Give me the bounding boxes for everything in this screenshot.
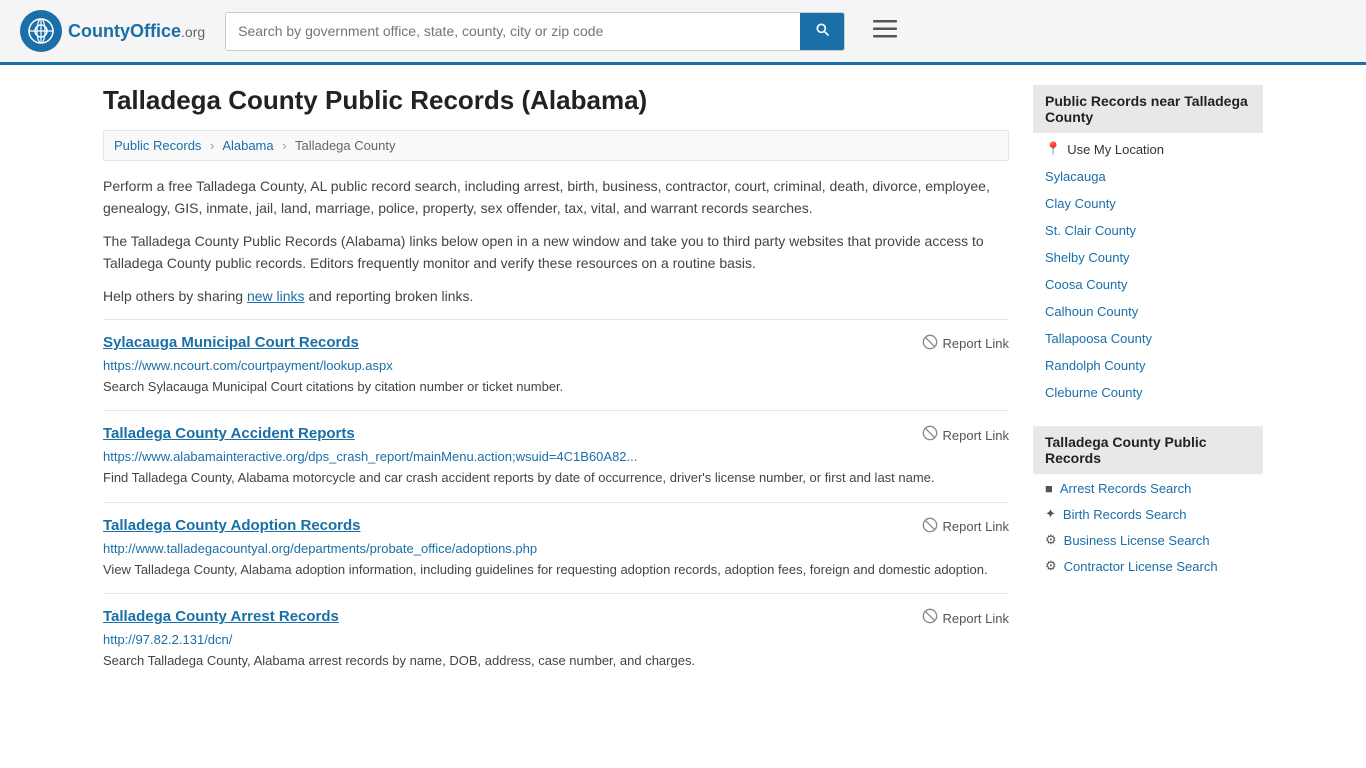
location-pin-icon: 📍 bbox=[1045, 141, 1061, 157]
report-icon bbox=[922, 608, 938, 628]
record-url: http://www.talladegacountyal.org/departm… bbox=[103, 541, 1009, 556]
report-link-label: Report Link bbox=[943, 428, 1009, 443]
nearby-item-link[interactable]: Randolph County bbox=[1045, 358, 1145, 373]
desc-para-2: The Talladega County Public Records (Ala… bbox=[103, 230, 1009, 275]
logo-icon bbox=[20, 10, 62, 52]
record-header: Talladega County Adoption Records Report… bbox=[103, 517, 1009, 537]
sidebar-record-item: ■ Arrest Records Search bbox=[1033, 476, 1263, 501]
nearby-items: Sylacauga Clay County St. Clair County Shel… bbox=[1033, 163, 1263, 406]
record-title-link[interactable]: Sylacauga Municipal Court Records bbox=[103, 334, 359, 351]
breadcrumb: Public Records › Alabama › Talladega Cou… bbox=[103, 130, 1009, 161]
report-link-button[interactable]: Report Link bbox=[922, 608, 1009, 628]
nearby-item-link[interactable]: Shelby County bbox=[1045, 250, 1130, 265]
search-input[interactable] bbox=[226, 15, 800, 47]
page-title: Talladega County Public Records (Alabama… bbox=[103, 85, 1009, 116]
header: CountyOffice.org bbox=[0, 0, 1366, 65]
report-icon bbox=[922, 517, 938, 537]
content-area: Talladega County Public Records (Alabama… bbox=[103, 85, 1009, 685]
sidebar: Public Records near Talladega County 📍 U… bbox=[1033, 85, 1263, 685]
search-bar bbox=[225, 12, 845, 51]
record-item: Talladega County Accident Reports Report… bbox=[103, 410, 1009, 502]
logo[interactable]: CountyOffice.org bbox=[20, 10, 205, 52]
nearby-item: Clay County bbox=[1033, 190, 1263, 217]
nearby-item: Calhoun County bbox=[1033, 298, 1263, 325]
desc-para-1: Perform a free Talladega County, AL publ… bbox=[103, 175, 1009, 220]
sidebar-record-item: ⚙ Business License Search bbox=[1033, 527, 1263, 553]
sidebar-record-item: ✦ Birth Records Search bbox=[1033, 501, 1263, 527]
new-links-link[interactable]: new links bbox=[247, 288, 305, 304]
use-location-item[interactable]: 📍 Use My Location bbox=[1033, 135, 1263, 163]
report-icon bbox=[922, 334, 938, 354]
nearby-header: Public Records near Talladega County bbox=[1033, 85, 1263, 133]
nearby-item-link[interactable]: Calhoun County bbox=[1045, 304, 1138, 319]
nearby-item: St. Clair County bbox=[1033, 217, 1263, 244]
record-url: https://www.ncourt.com/courtpayment/look… bbox=[103, 358, 1009, 373]
record-item: Talladega County Adoption Records Report… bbox=[103, 502, 1009, 594]
record-description: Find Talladega County, Alabama motorcycl… bbox=[103, 468, 1009, 488]
record-type-link[interactable]: Business License Search bbox=[1064, 533, 1210, 548]
record-type-icon: ✦ bbox=[1045, 506, 1056, 522]
nearby-item: Cleburne County bbox=[1033, 379, 1263, 406]
search-button[interactable] bbox=[800, 13, 844, 50]
record-type-link[interactable]: Birth Records Search bbox=[1063, 507, 1187, 522]
report-link-button[interactable]: Report Link bbox=[922, 517, 1009, 537]
nearby-item: Coosa County bbox=[1033, 271, 1263, 298]
nearby-item: Tallapoosa County bbox=[1033, 325, 1263, 352]
menu-button[interactable] bbox=[865, 14, 905, 48]
report-icon bbox=[922, 425, 938, 445]
report-link-button[interactable]: Report Link bbox=[922, 425, 1009, 445]
record-type-icon: ■ bbox=[1045, 481, 1053, 496]
use-location-label: Use My Location bbox=[1067, 142, 1164, 157]
report-link-label: Report Link bbox=[943, 336, 1009, 351]
nearby-item-link[interactable]: Sylacauga bbox=[1045, 169, 1106, 184]
main-content: Talladega County Public Records (Alabama… bbox=[83, 65, 1283, 705]
record-item: Sylacauga Municipal Court Records Report… bbox=[103, 319, 1009, 411]
report-link-label: Report Link bbox=[943, 611, 1009, 626]
desc-para-3: Help others by sharing new links and rep… bbox=[103, 285, 1009, 307]
record-item: Talladega County Arrest Records Report L… bbox=[103, 593, 1009, 685]
records-list: Sylacauga Municipal Court Records Report… bbox=[103, 319, 1009, 685]
record-header: Talladega County Accident Reports Report… bbox=[103, 425, 1009, 445]
nearby-item-link[interactable]: Cleburne County bbox=[1045, 385, 1143, 400]
nearby-item: Sylacauga bbox=[1033, 163, 1263, 190]
record-description: Search Talladega County, Alabama arrest … bbox=[103, 651, 1009, 671]
report-link-button[interactable]: Report Link bbox=[922, 334, 1009, 354]
record-header: Sylacauga Municipal Court Records Report… bbox=[103, 334, 1009, 354]
record-type-link[interactable]: Arrest Records Search bbox=[1060, 481, 1192, 496]
record-url: https://www.alabamainteractive.org/dps_c… bbox=[103, 449, 1009, 464]
records-section: Talladega County Public Records ■ Arrest… bbox=[1033, 426, 1263, 579]
record-url: http://97.82.2.131/dcn/ bbox=[103, 632, 1009, 647]
record-title-link[interactable]: Talladega County Adoption Records bbox=[103, 517, 361, 534]
record-type-link[interactable]: Contractor License Search bbox=[1064, 559, 1218, 574]
record-title-link[interactable]: Talladega County Arrest Records bbox=[103, 608, 339, 625]
records-section-header: Talladega County Public Records bbox=[1033, 426, 1263, 474]
breadcrumb-link-alabama[interactable]: Alabama bbox=[222, 138, 273, 153]
nearby-item-link[interactable]: Clay County bbox=[1045, 196, 1116, 211]
nearby-item: Randolph County bbox=[1033, 352, 1263, 379]
breadcrumb-link-public-records[interactable]: Public Records bbox=[114, 138, 201, 153]
nearby-item-link[interactable]: St. Clair County bbox=[1045, 223, 1136, 238]
record-type-icon: ⚙ bbox=[1045, 558, 1057, 574]
nearby-item: Shelby County bbox=[1033, 244, 1263, 271]
breadcrumb-separator: › bbox=[210, 138, 214, 153]
description: Perform a free Talladega County, AL publ… bbox=[103, 175, 1009, 307]
record-header: Talladega County Arrest Records Report L… bbox=[103, 608, 1009, 628]
nearby-section: Public Records near Talladega County 📍 U… bbox=[1033, 85, 1263, 406]
logo-text: CountyOffice.org bbox=[68, 21, 205, 42]
record-type-icon: ⚙ bbox=[1045, 532, 1057, 548]
report-link-label: Report Link bbox=[943, 519, 1009, 534]
record-description: View Talladega County, Alabama adoption … bbox=[103, 560, 1009, 580]
nearby-item-link[interactable]: Coosa County bbox=[1045, 277, 1127, 292]
breadcrumb-separator-2: › bbox=[282, 138, 286, 153]
breadcrumb-current: Talladega County bbox=[295, 138, 395, 153]
record-description: Search Sylacauga Municipal Court citatio… bbox=[103, 377, 1009, 397]
record-links: ■ Arrest Records Search ✦ Birth Records … bbox=[1033, 476, 1263, 579]
sidebar-record-item: ⚙ Contractor License Search bbox=[1033, 553, 1263, 579]
nearby-item-link[interactable]: Tallapoosa County bbox=[1045, 331, 1152, 346]
record-title-link[interactable]: Talladega County Accident Reports bbox=[103, 425, 355, 442]
